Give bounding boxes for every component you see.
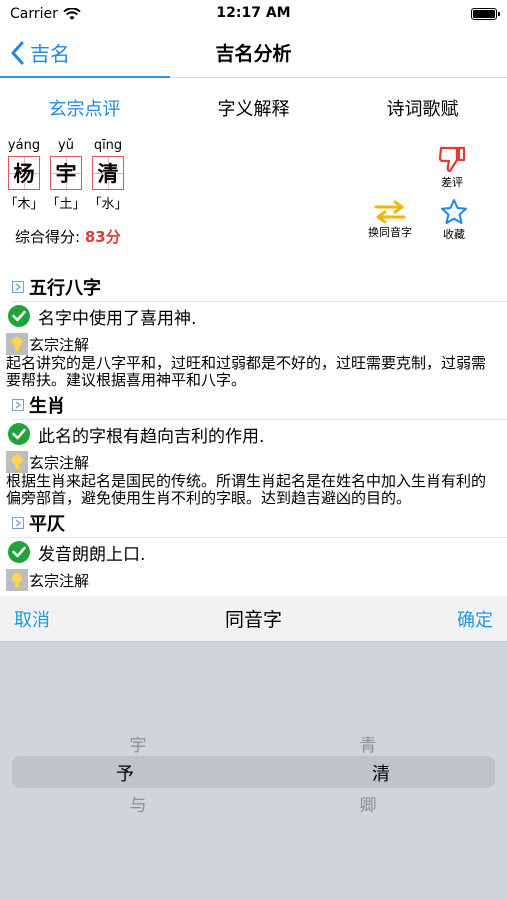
score-value: 83分 [84,228,121,246]
picker-toolbar: 取消 同音字 确定 [0,596,507,642]
homophone-picker: 取消 同音字 确定 宇 予 与 青 清 卿 [0,596,507,900]
section-marker-icon [12,517,24,529]
dislike-label: 差评 [441,176,463,189]
tab-bar: 玄宗点评 字义解释 诗词歌赋 [0,78,507,138]
total-score: 综合得分: 83分 [15,226,121,247]
name-chars: yáng 杨 「木」 yǔ 宇 「土」 qīng 清 「水」 [5,138,128,212]
note-label: 玄宗注解 [29,336,90,354]
result-line: 名字中使用了喜用神. [8,302,507,330]
section-title: 五行八字 [29,278,101,299]
section-title: 平仄 [29,514,65,535]
name-char: 杨 [8,156,40,190]
nav-progress-line [0,76,170,78]
section-marker-icon [12,281,24,293]
note-text: 起名讲究的是八字平和，过旺和过弱都是不好的，过旺需要克制，过弱需要帮扶。建议根据… [6,354,487,389]
swap-homophone-button[interactable]: 换同音字 [368,200,412,240]
check-circle-icon [8,423,30,445]
section-header: 生肖 [12,392,507,420]
char-element: 「水」 [88,197,128,212]
back-button[interactable]: 吉名 [10,38,70,67]
star-icon [441,199,467,224]
tab-review[interactable]: 玄宗点评 [0,95,169,121]
name-char: 清 [92,156,124,190]
wheel-option[interactable]: 与 [108,791,168,816]
name-char: 宇 [50,156,82,190]
check-circle-icon [8,305,30,327]
note-header: 玄宗注解 [6,451,507,473]
score-label: 综合得分: [15,228,81,246]
section-wuxing: 五行八字 名字中使用了喜用神. 玄宗注解 起名讲究的是八字平和，过旺和过弱都是不… [0,274,507,389]
wheel-option[interactable]: 宇 [108,731,168,756]
page-title: 吉名分析 [215,43,292,65]
wheel-option-selected[interactable]: 予 [95,760,155,786]
status-time: 12:17 AM [216,5,291,21]
pinyin: yǔ [58,138,74,153]
section-header: 五行八字 [12,274,507,302]
picker-selection-band [12,756,495,788]
result-text: 发音朗朗上口. [38,544,146,565]
result-text: 此名的字根有趋向吉利的作用. [38,426,265,447]
note-header: 玄宗注解 [6,333,507,355]
lightbulb-icon [6,569,28,591]
pinyin: qīng [93,138,123,153]
thumbs-down-icon [438,146,466,173]
wheel-option[interactable]: 青 [338,731,398,756]
lightbulb-icon [6,333,28,355]
wheel-option[interactable]: 卿 [338,791,398,816]
name-card: yáng 杨 「木」 yǔ 宇 「土」 qīng 清 「水」 综合得分: 83分… [0,138,507,248]
result-line: 此名的字根有趋向吉利的作用. [8,420,507,448]
dislike-button[interactable]: 差评 [437,144,467,190]
note-label: 玄宗注解 [29,454,90,472]
char-column: yáng 杨 「木」 [5,138,44,212]
char-element: 「木」 [4,197,44,212]
pinyin: yáng [7,138,41,153]
chevron-left-icon [11,41,24,64]
swap-label: 换同音字 [368,226,412,239]
result-text: 名字中使用了喜用神. [38,308,197,329]
picker-title: 同音字 [224,609,282,631]
note-label: 玄宗注解 [29,572,90,590]
favorite-button[interactable]: 收藏 [440,198,468,242]
section-zodiac: 生肖 此名的字根有趋向吉利的作用. 玄宗注解 根据生肖来起名是国民的传统。所谓生… [0,392,507,507]
note-text: 根据生肖来起名是国民的传统。所谓生肖起名是在姓名中加入生肖有利的偏旁部首，避免使… [6,472,487,507]
section-header: 平仄 [12,510,507,538]
result-line: 发音朗朗上口. [8,538,507,566]
char-element: 「土」 [46,197,86,212]
check-circle-icon [8,541,30,563]
char-column: qīng 清 「水」 [89,138,128,212]
confirm-button[interactable]: 确定 [457,606,493,632]
swap-arrows-icon [374,200,406,224]
section-tone: 平仄 发音朗朗上口. 玄宗注解 [0,510,507,591]
analysis-content[interactable]: 五行八字 名字中使用了喜用神. 玄宗注解 起名讲究的是八字平和，过旺和过弱都是不… [0,266,507,596]
favorite-label: 收藏 [443,228,465,241]
wheel-option-selected[interactable]: 清 [351,760,411,786]
lightbulb-icon [6,451,28,473]
section-title: 生肖 [29,396,65,417]
back-label: 吉名 [30,42,70,66]
section-marker-icon [12,399,24,411]
nav-bar: 吉名 吉名分析 [0,28,507,78]
note-header: 玄宗注解 [6,569,507,591]
tab-meaning[interactable]: 字义解释 [169,95,338,121]
char-column: yǔ 宇 「土」 [47,138,86,212]
tab-poetry[interactable]: 诗词歌赋 [338,95,507,121]
cancel-button[interactable]: 取消 [14,606,50,632]
